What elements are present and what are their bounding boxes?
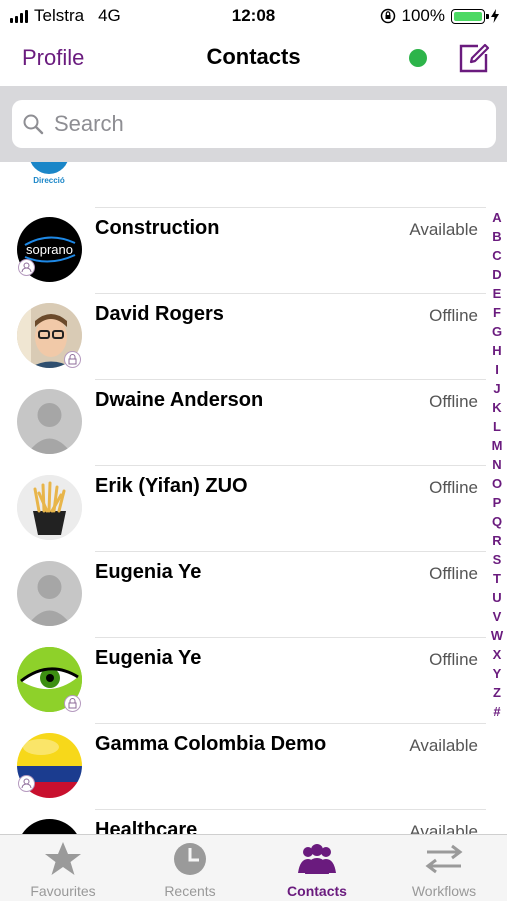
index-letter[interactable]: L [488,417,506,436]
index-letter[interactable]: I [488,360,506,379]
index-letter[interactable]: Q [488,512,506,531]
contact-list[interactable]: Direcció soprano Construction Available [0,162,486,834]
tab-label: Recents [164,883,216,899]
index-letter[interactable]: H [488,341,506,360]
alphabet-index[interactable]: A B C D E F G H I J K L M N O P Q R S T U V W X Y Z # [488,208,506,721]
navigation-bar: Profile Contacts [0,32,507,86]
rotation-lock-icon [380,8,395,24]
contact-row[interactable]: David Rogers Offline [0,293,486,379]
contact-type-badge [18,259,35,276]
people-icon [298,844,336,874]
tab-label: Favourites [30,883,96,899]
contact-status: Available [409,220,478,239]
battery-percent: 100% [401,6,445,25]
index-letter[interactable]: O [488,474,506,493]
contact-status: Offline [429,392,478,411]
contact-name: Healthcare [95,819,198,834]
presence-indicator[interactable] [409,49,427,67]
index-letter[interactable]: S [488,550,506,569]
avatar-logo-text: soprano [26,242,73,257]
tab-recents[interactable]: Recents [127,835,253,901]
index-letter[interactable]: C [488,246,506,265]
search-box[interactable] [12,100,496,148]
index-letter[interactable]: M [488,436,506,455]
index-letter[interactable]: J [488,379,506,398]
index-letter[interactable]: A [488,208,506,227]
contact-status: Offline [429,650,478,669]
contact-status: Offline [429,564,478,583]
tab-workflows[interactable]: Workflows [381,835,507,901]
contact-name: Construction [95,217,220,239]
index-letter[interactable]: E [488,284,506,303]
index-letter[interactable]: W [488,626,506,645]
index-letter[interactable]: P [488,493,506,512]
status-right: 100% [380,6,499,26]
lock-badge [64,351,81,368]
index-letter[interactable]: D [488,265,506,284]
star-icon [45,842,81,875]
avatar [17,475,82,540]
contact-row[interactable]: soprano Construction Available [0,207,486,293]
contact-name: Eugenia Ye [95,561,202,583]
index-letter[interactable]: K [488,398,506,417]
contact-status: Offline [429,478,478,497]
contact-name: David Rogers [95,303,224,325]
contact-name: Dwaine Anderson [95,389,264,411]
charging-icon [491,9,499,23]
contact-name: Gamma Colombia Demo [95,733,327,755]
tab-favourites[interactable]: Favourites [0,835,126,901]
contact-row[interactable]: Eugenia Ye Offline [0,551,486,637]
contact-row[interactable]: Gamma Colombia Demo Available [0,723,486,809]
status-bar: Telstra 4G 12:08 100% [0,0,507,32]
search-input[interactable] [52,110,456,138]
index-letter[interactable]: R [488,531,506,550]
contact-row[interactable]: Eugenia Ye Offline [0,637,486,723]
page-title: Contacts [206,44,301,69]
contact-status: Available [409,736,478,755]
contact-type-badge [18,775,35,792]
contact-name: Eugenia Ye [95,647,202,669]
arrows-icon [425,844,463,874]
index-letter[interactable]: Z [488,683,506,702]
contact-row[interactable]: Healthcare Available [0,809,486,834]
index-letter[interactable]: V [488,607,506,626]
contact-row[interactable]: Dwaine Anderson Offline [0,379,486,465]
index-letter[interactable]: G [488,322,506,341]
index-letter[interactable]: T [488,569,506,588]
compose-icon[interactable] [458,42,490,74]
default-avatar-icon [17,561,82,626]
index-letter[interactable]: B [488,227,506,246]
index-letter[interactable]: N [488,455,506,474]
index-letter[interactable]: # [488,702,506,721]
contact-status: Available [409,822,478,834]
contact-name: Erik (Yifan) ZUO [95,475,248,497]
search-bar [0,86,507,162]
partial-item-label: Direcció [33,176,65,185]
index-letter[interactable]: X [488,645,506,664]
contact-status: Offline [429,306,478,325]
contact-row[interactable]: Erik (Yifan) ZUO Offline [0,465,486,551]
avatar [17,819,82,834]
index-letter[interactable]: U [488,588,506,607]
lock-badge [64,695,81,712]
tab-label: Contacts [287,883,347,899]
tab-label: Workflows [411,883,477,899]
tab-contacts[interactable]: Contacts [254,835,380,901]
clock-icon [174,843,206,875]
tab-bar: Favourites Recents Contacts Workflows [0,834,507,901]
logo-image [29,162,69,174]
list-item-partial[interactable]: Direcció [16,162,82,192]
index-letter[interactable]: Y [488,664,506,683]
default-avatar-icon [17,389,82,454]
search-icon [23,114,44,135]
battery-icon [451,8,489,24]
index-letter[interactable]: F [488,303,506,322]
